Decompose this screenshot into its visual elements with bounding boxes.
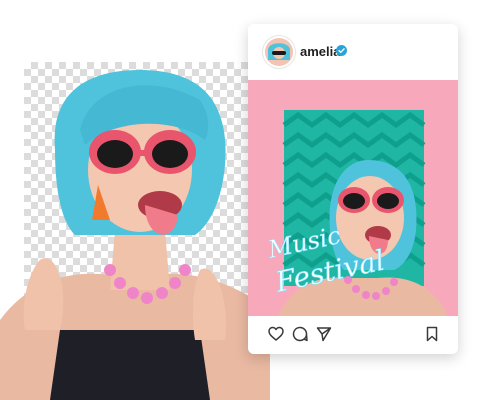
cutout-photo: [0, 70, 270, 400]
comment-icon[interactable]: [292, 326, 308, 342]
verified-badge-icon: [336, 45, 347, 56]
post-header: amelia: [248, 24, 458, 80]
instagram-post-card: amelia Music Festival: [248, 24, 458, 354]
username[interactable]: amelia: [300, 44, 340, 59]
heart-icon[interactable]: [268, 326, 284, 342]
bookmark-icon[interactable]: [424, 326, 440, 342]
avatar[interactable]: [265, 38, 293, 66]
post-actions: [248, 316, 458, 354]
post-image[interactable]: Music Festival: [248, 80, 458, 316]
share-icon[interactable]: [316, 326, 332, 342]
